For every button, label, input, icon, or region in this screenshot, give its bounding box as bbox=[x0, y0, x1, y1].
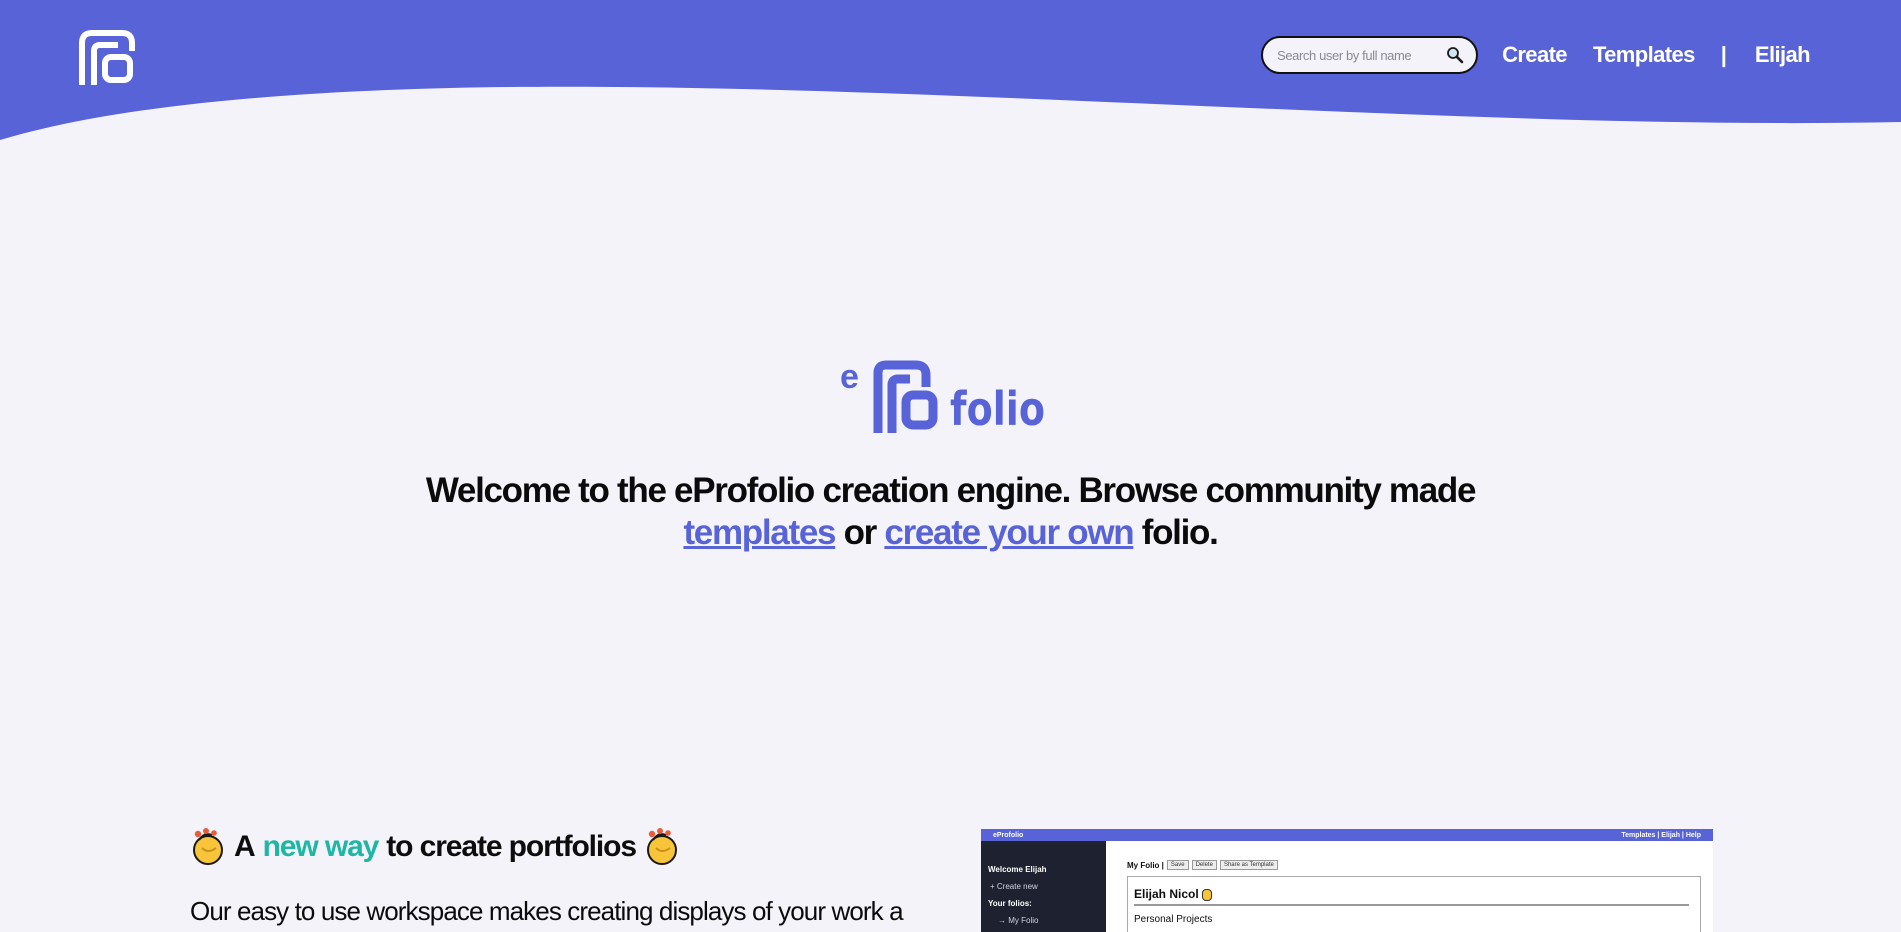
clapping-hands-icon bbox=[193, 828, 223, 865]
site-logo[interactable] bbox=[78, 29, 136, 85]
feature-description: Our easy to use workspace makes creating… bbox=[190, 896, 904, 926]
search-input[interactable] bbox=[1277, 47, 1447, 63]
preview-folio-title: My Folio | bbox=[1127, 860, 1164, 870]
templates-link[interactable]: templates bbox=[683, 513, 836, 552]
clapping-hands-icon bbox=[646, 828, 677, 865]
nav-create-link[interactable]: Create bbox=[1502, 42, 1567, 68]
preview-card-section: Personal Projects bbox=[1134, 914, 1213, 925]
hero-heading: Welcome to the eProfolio creation engine… bbox=[0, 470, 1901, 554]
nav-separator: | bbox=[1720, 42, 1727, 67]
header-wave bbox=[0, 0, 1901, 140]
feature-title-prefix: A bbox=[234, 830, 256, 863]
preview-toolbar: My Folio | Save Delete Share as Template bbox=[1127, 860, 1701, 870]
search-box[interactable] bbox=[1261, 36, 1479, 74]
hero-line1: Welcome to the eProfolio creation engine… bbox=[425, 471, 1477, 510]
workspace-preview-image: eProfolio Templates | Elijah | Help Welc… bbox=[981, 829, 1713, 932]
preview-save-button: Save bbox=[1166, 860, 1189, 870]
create-your-own-link[interactable]: create your own bbox=[884, 513, 1134, 552]
preview-sidebar: Welcome Elijah + Create new Your folios:… bbox=[981, 841, 1106, 932]
hero-folio: folio. bbox=[1133, 513, 1219, 552]
nav-user-link[interactable]: Elijah bbox=[1755, 42, 1811, 68]
feature-title-suffix: to create portfolios bbox=[386, 830, 637, 863]
preview-delete-button: Delete bbox=[1191, 860, 1217, 870]
preview-main: My Folio | Save Delete Share as Template… bbox=[1127, 860, 1701, 932]
preview-card-name: Elijah Nicol bbox=[1134, 887, 1689, 906]
svg-text:folio: folio bbox=[950, 382, 1045, 435]
preview-topbar: eProfolio Templates | Elijah | Help bbox=[981, 829, 1713, 841]
top-nav: Create Templates | Elijah bbox=[1261, 36, 1811, 74]
preview-my-folio: → My Folio bbox=[998, 916, 1039, 925]
feature-title-accent: new way bbox=[262, 830, 380, 863]
preview-brand: eProfolio bbox=[993, 831, 1024, 839]
hero-logo: e folio bbox=[840, 358, 1045, 435]
nav-templates-link[interactable]: Templates bbox=[1593, 42, 1695, 68]
preview-welcome: Welcome Elijah bbox=[988, 865, 1047, 874]
hero-or: or bbox=[835, 513, 885, 552]
preview-top-links: Templates | Elijah | Help bbox=[1621, 831, 1701, 839]
preview-your-folios: Your folios: bbox=[988, 899, 1032, 908]
preview-card-name-text: Elijah Nicol bbox=[1134, 887, 1199, 901]
preview-create-new: + Create new bbox=[990, 882, 1038, 891]
search-icon[interactable] bbox=[1446, 46, 1464, 64]
page: Create Templates | Elijah e folio Welcom… bbox=[0, 0, 1901, 932]
svg-text:e: e bbox=[840, 358, 859, 396]
feature-title: A new way to create portfolios bbox=[190, 828, 680, 866]
preview-share-button: Share as Template bbox=[1219, 860, 1278, 870]
preview-card: Elijah Nicol Personal Projects bbox=[1127, 876, 1701, 932]
waving-hand-icon bbox=[1202, 888, 1213, 901]
